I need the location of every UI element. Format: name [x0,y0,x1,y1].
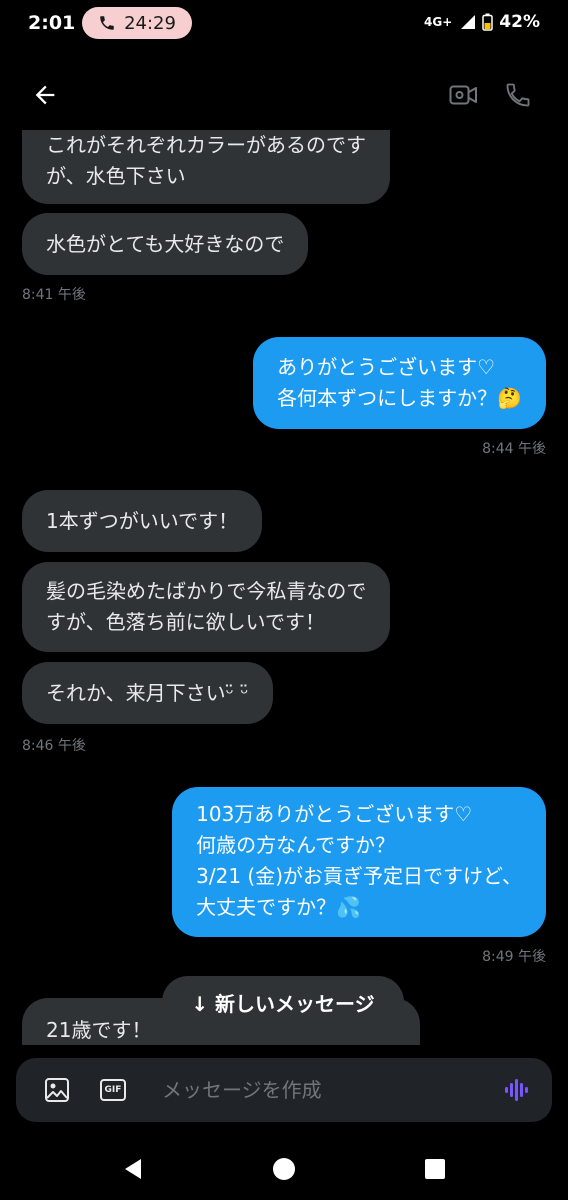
system-navigation-bar [0,1130,568,1200]
message-input[interactable]: メッセージを作成 [162,1058,322,1122]
network-type: 4G+ [424,15,453,29]
message-bubble-outgoing[interactable]: ありがとうございます♡ 各何本ずつにしますか？🤔 [253,337,546,429]
message-timestamp: 8:46 午後 [22,738,86,754]
phone-icon [506,83,530,107]
gif-icon: GIF [100,1079,126,1101]
message-bubble-outgoing[interactable]: 103万ありがとうございます♡ 何歳の方なんですか？ 3/21 (金)がお貢ぎ予… [172,787,546,937]
message-bubble-incoming[interactable]: 1本ずつがいいです！ [22,490,263,552]
message-bubble-incoming[interactable]: 髪の毛染めたばかりで今私青なので すが、色落ち前に欲しいです！ [22,562,391,652]
video-camera-icon [449,85,477,105]
message-composer: GIF メッセージを作成 [16,1058,552,1122]
add-image-button[interactable] [42,1075,72,1105]
square-recents-icon [425,1159,445,1179]
status-bar: 2:01 24:29 4G+ 42% [0,0,568,48]
new-messages-button[interactable]: ↓ 新しいメッセージ [162,976,404,1028]
battery-level: 42% [499,12,540,32]
conversation-header [0,60,568,130]
status-indicators: 4G+ 42% [424,12,540,32]
message-timestamp: 8:49 午後 [482,949,546,965]
ongoing-call-chip[interactable]: 24:29 [82,7,192,39]
arrow-left-icon [35,85,55,105]
circle-home-icon [273,1158,295,1180]
message-list[interactable]: これがそれぞれカラーがあるのです が、水色下さい 水色がとても大好きなので 8:… [0,130,568,1045]
back-button[interactable] [26,76,64,114]
message-timestamp: 8:44 午後 [482,441,546,457]
message-bubble-incoming[interactable]: それか、来月下さいᵕ̈ ᵕ̈ [22,662,273,724]
nav-home-button[interactable] [267,1152,301,1186]
nav-recents-button[interactable] [418,1152,452,1186]
voice-message-button[interactable] [500,1074,532,1106]
message-timestamp: 8:41 午後 [22,287,86,303]
phone-icon [100,16,114,30]
battery-icon [482,13,494,31]
signal-icon [461,15,476,29]
voice-call-button[interactable] [500,78,536,112]
triangle-back-icon [125,1159,141,1179]
add-gif-button[interactable]: GIF [98,1076,128,1104]
gif-label: GIF [104,1085,122,1095]
call-timer: 24:29 [124,12,176,34]
audio-waveform-icon [505,1079,528,1101]
message-bubble-incoming[interactable]: これがそれぞれカラーがあるのです が、水色下さい [22,130,390,204]
video-call-button[interactable] [446,78,482,112]
message-bubble-incoming[interactable]: 水色がとても大好きなので [22,213,309,275]
image-icon [45,1078,69,1102]
nav-back-button[interactable] [116,1152,150,1186]
status-time: 2:01 [28,12,76,34]
